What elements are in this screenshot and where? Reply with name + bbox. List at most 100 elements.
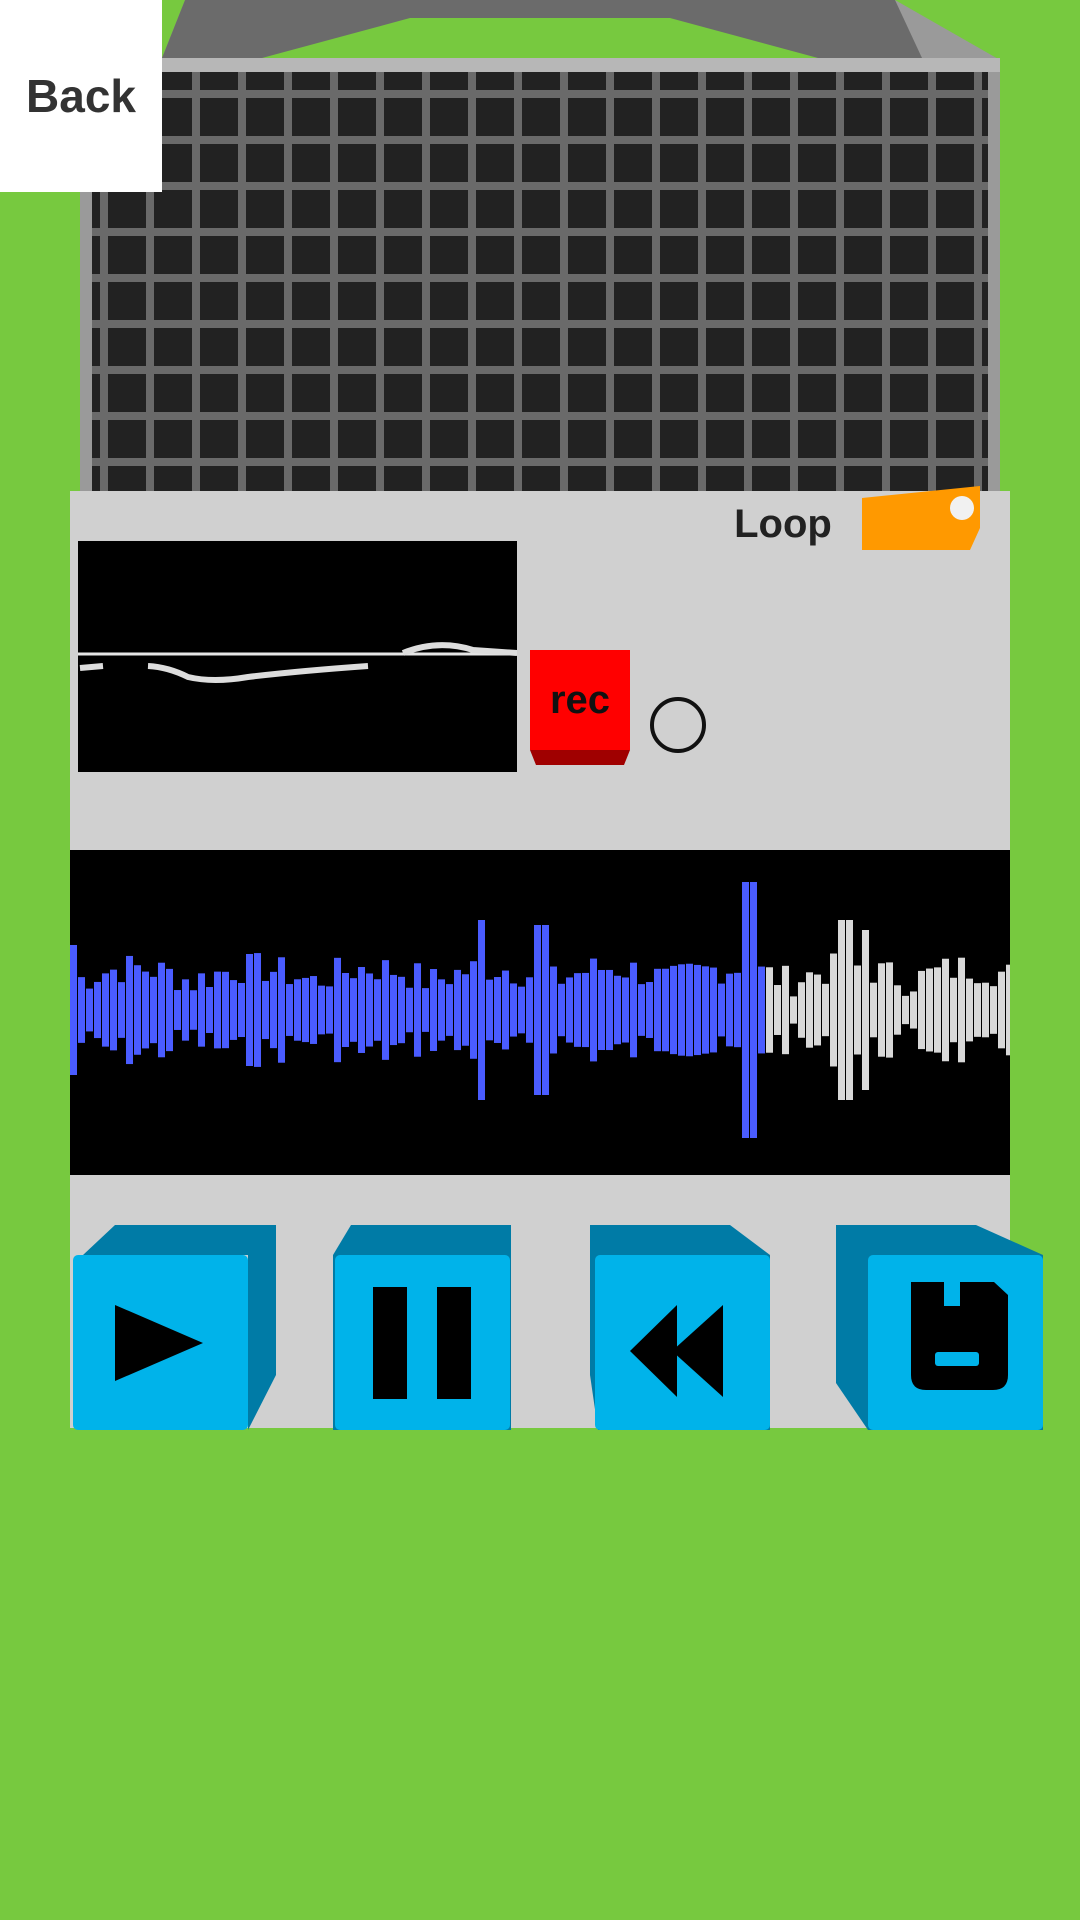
waveform-bar	[454, 969, 461, 1051]
back-button[interactable]: Back	[0, 0, 162, 192]
grill-bar	[330, 72, 338, 494]
grill-bar	[560, 72, 568, 494]
waveform-bar	[150, 976, 157, 1044]
grill-bar	[928, 72, 936, 494]
waveform-bar	[94, 981, 101, 1039]
grill-bar	[606, 72, 614, 494]
waveform-bar	[374, 979, 381, 1041]
waveform-bar	[254, 953, 261, 1067]
waveform-bar	[654, 968, 661, 1052]
waveform-bar	[334, 957, 341, 1063]
waveform-bar	[686, 963, 693, 1057]
grill-bar	[284, 72, 292, 494]
waveform-bar	[70, 945, 77, 1075]
grill-bar	[92, 228, 988, 236]
waveform-bar	[526, 977, 533, 1043]
grill-bar	[192, 72, 200, 494]
grill-bar	[698, 72, 706, 494]
waveform-bar	[214, 971, 221, 1049]
waveform-bar	[502, 970, 509, 1050]
waveform-bar	[358, 967, 365, 1053]
waveform-bar	[1006, 964, 1010, 1056]
waveform-bar	[270, 971, 277, 1049]
record-status-indicator	[650, 697, 706, 753]
waveform-bar	[814, 974, 821, 1046]
waveform-bar	[894, 985, 901, 1035]
waveform-bar	[542, 925, 549, 1095]
waveform-bar	[670, 965, 677, 1055]
waveform-bar	[982, 982, 989, 1038]
waveform-bar	[878, 963, 885, 1057]
grill-bar	[92, 136, 988, 144]
waveform-bar	[590, 958, 597, 1062]
play-button[interactable]	[73, 1225, 278, 1430]
waveform-bar	[830, 953, 837, 1067]
waveform-bar	[166, 968, 173, 1052]
waveform-bar	[438, 979, 445, 1041]
grill-bar	[836, 72, 844, 494]
grill-bar	[92, 274, 988, 282]
loop-toggle[interactable]	[862, 486, 984, 550]
waveform-bar	[414, 963, 421, 1057]
waveform-bar	[366, 973, 373, 1047]
grill-bar	[974, 72, 982, 494]
waveform-bar	[550, 966, 557, 1054]
waveform-bar	[430, 969, 437, 1051]
grill-bar	[238, 72, 246, 494]
waveform-bar	[606, 969, 613, 1051]
waveform-bar	[510, 983, 517, 1037]
waveform-bar	[598, 969, 605, 1051]
loop-label: Loop	[734, 502, 832, 546]
waveform-bar	[422, 988, 429, 1032]
waveform-bar	[662, 968, 669, 1052]
waveform-timeline[interactable]	[70, 850, 1010, 1175]
waveform-bar	[734, 972, 741, 1048]
waveform-bar	[302, 977, 309, 1043]
grill-bar	[468, 72, 476, 494]
grill-bar	[92, 182, 988, 190]
waveform-bar	[870, 982, 877, 1038]
grill-bar	[92, 412, 988, 420]
waveform-bar	[462, 974, 469, 1046]
waveform-bar	[326, 986, 333, 1034]
waveform-bar	[918, 970, 925, 1050]
record-button[interactable]: rec	[530, 650, 630, 765]
grill-bar	[514, 72, 522, 494]
waveform-bar	[774, 985, 781, 1035]
grill-bar	[790, 72, 798, 494]
waveform-bar	[646, 982, 653, 1038]
waveform-bar	[806, 972, 813, 1048]
waveform-bar	[702, 966, 709, 1054]
waveform-bar	[310, 976, 317, 1044]
waveform-bar	[950, 977, 957, 1043]
waveform-bar	[902, 995, 909, 1025]
waveform-bar	[742, 882, 749, 1138]
waveform-bar	[822, 983, 829, 1037]
grill-bar	[376, 72, 384, 494]
save-icon	[911, 1282, 1008, 1390]
waveform-bar	[126, 955, 133, 1065]
grill-bar	[652, 72, 660, 494]
waveform-bar	[182, 979, 189, 1041]
waveform-bar	[174, 990, 181, 1030]
waveform-bar	[630, 962, 637, 1058]
waveform-bar	[190, 990, 197, 1030]
waveform-bar	[966, 978, 973, 1042]
waveform-bar	[134, 965, 141, 1055]
waveform-bar	[694, 964, 701, 1056]
grill-bar	[422, 72, 430, 494]
waveform-bar	[710, 967, 717, 1053]
waveform-bar	[990, 986, 997, 1034]
waveform-bar	[838, 920, 845, 1100]
waveform-bar	[718, 983, 725, 1037]
pause-button[interactable]	[333, 1225, 513, 1430]
waveform-bar	[622, 977, 629, 1043]
waveform-bar	[678, 964, 685, 1056]
waveform-bar	[974, 983, 981, 1037]
save-button[interactable]	[836, 1225, 1043, 1430]
rewind-button[interactable]	[590, 1225, 770, 1430]
grill-bar	[92, 320, 988, 328]
waveform-bar	[398, 976, 405, 1044]
waveform-bar	[886, 962, 893, 1058]
waveform-bar	[958, 957, 965, 1063]
